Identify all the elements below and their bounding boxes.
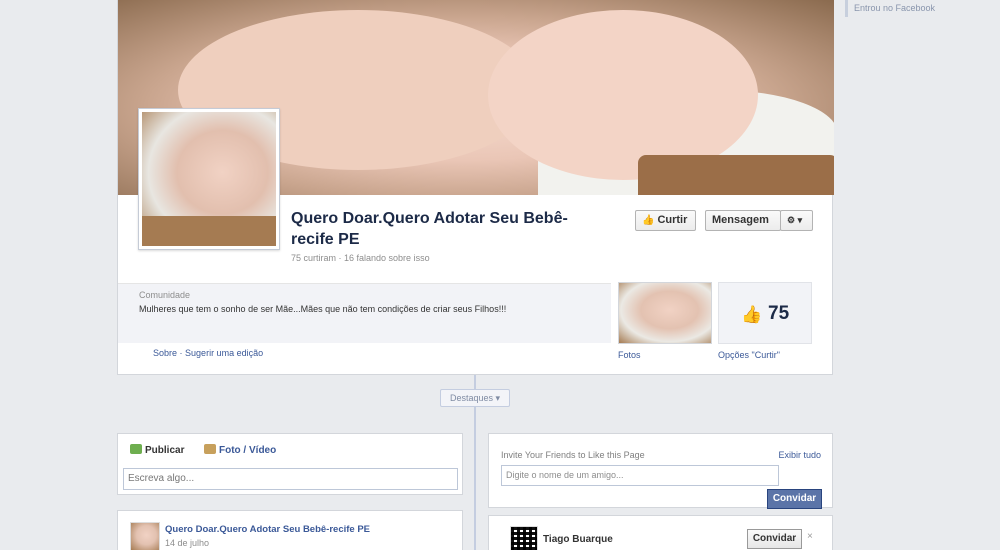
timeline-post: Quero Doar.Quero Adotar Seu Bebê-recife … <box>117 510 463 550</box>
profile-picture[interactable] <box>138 108 280 250</box>
thumbs-up-icon: 👍 <box>741 305 763 324</box>
like-page-button[interactable]: 👍 Curtir <box>635 210 696 231</box>
close-icon[interactable]: × <box>807 531 813 542</box>
see-all-link[interactable]: Exibir tudo <box>778 450 821 460</box>
cover-basket <box>638 155 834 195</box>
highlights-dropdown[interactable]: Destaques ▾ <box>440 389 510 407</box>
post-date[interactable]: 14 de julho <box>165 538 209 548</box>
page-stats: 75 curtiram · 16 falando sobre isso <box>291 253 430 263</box>
photos-app-label[interactable]: Fotos <box>618 350 641 360</box>
friend-avatar[interactable] <box>510 526 538 550</box>
photos-app-thumbnail[interactable] <box>618 282 712 344</box>
profile-image <box>142 112 276 246</box>
likes-app-box[interactable]: 👍 75 <box>718 282 812 344</box>
tab-photo-video[interactable]: Foto / Vídeo <box>204 444 276 456</box>
about-links: Sobre · Sugerir uma edição <box>153 348 263 358</box>
tab-publish[interactable]: Publicar <box>130 444 184 456</box>
about-section: Comunidade Mulheres que tem o sonho de s… <box>118 283 611 343</box>
status-input[interactable]: Escreva algo... <box>123 468 458 490</box>
avatar[interactable] <box>130 522 160 550</box>
tab-photo-label: Foto / Vídeo <box>219 445 277 456</box>
page-title[interactable]: Quero Doar.Quero Adotar Seu Bebê-recife … <box>291 208 591 250</box>
likes-count: 75 <box>768 303 790 324</box>
invite-button[interactable]: Convidar <box>767 489 822 509</box>
friend-name-input[interactable]: Digite o nome de um amigo... <box>501 465 779 486</box>
like-page-label: Curtir <box>657 214 688 226</box>
friend-name[interactable]: Tiago Buarque <box>543 534 613 545</box>
post-composer: Publicar Foto / Vídeo Escreva algo... <box>117 433 463 495</box>
speech-bubble-icon <box>130 444 142 454</box>
tab-publish-label: Publicar <box>145 445 185 456</box>
page-category: Comunidade <box>139 290 191 300</box>
invite-header: Invite Your Friends to Like this Page <box>501 450 645 460</box>
post-author[interactable]: Quero Doar.Quero Adotar Seu Bebê-recife … <box>165 524 370 535</box>
thumbs-up-icon: 👍 <box>642 215 655 226</box>
suggest-edit-link[interactable]: Sugerir uma edição <box>185 348 263 358</box>
gear-dropdown-button[interactable]: ⚙ ▾ <box>780 210 813 231</box>
about-link[interactable]: Sobre <box>153 348 177 358</box>
invite-friends-box: Invite Your Friends to Like this Page Ex… <box>488 433 833 509</box>
message-button[interactable]: Mensagem <box>705 210 781 231</box>
invite-friend-button[interactable]: Convidar <box>747 529 802 549</box>
page-description: Mulheres que tem o sonho de ser Mãe...Mã… <box>139 304 507 314</box>
photo-icon <box>204 444 216 454</box>
page-header-card: Quero Doar.Quero Adotar Seu Bebê-recife … <box>117 0 834 375</box>
sidebar-hint[interactable]: Entrou no Facebook <box>845 0 1000 17</box>
likes-app-label[interactable]: Opções "Curtir" <box>718 350 780 360</box>
friend-suggestion: Tiago Buarque Convidar × <box>488 515 833 550</box>
